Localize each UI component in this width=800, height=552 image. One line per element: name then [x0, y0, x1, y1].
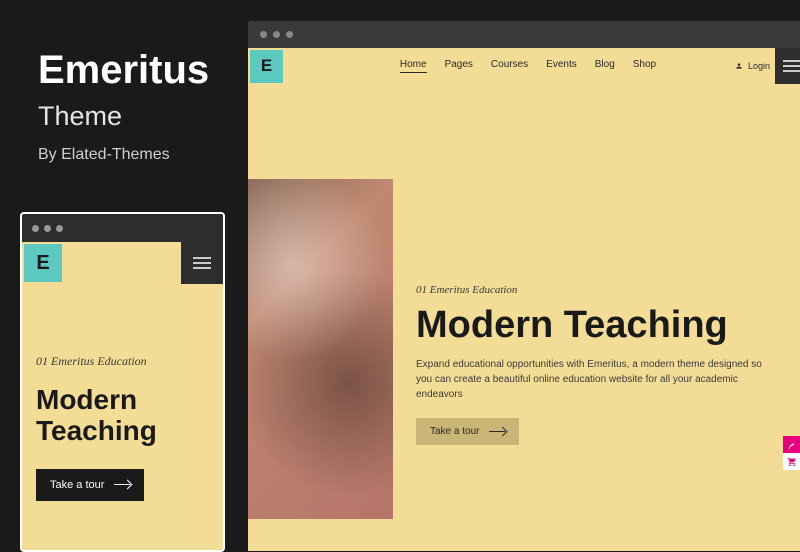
take-tour-button[interactable]: Take a tour: [416, 418, 519, 445]
user-icon: [735, 62, 743, 70]
hero-text-block: 01 Emeritus Education Modern Teaching Ex…: [416, 284, 766, 445]
theme-info-panel: Emeritus Theme By Elated-Themes: [38, 48, 209, 164]
nav-item-courses[interactable]: Courses: [491, 59, 528, 73]
primary-nav: Home Pages Courses Events Blog Shop: [400, 59, 656, 73]
leaf-icon: [787, 440, 797, 450]
cta-label: Take a tour: [430, 426, 479, 437]
floating-badges: [783, 436, 800, 470]
hero-heading: Modern Teaching: [36, 385, 209, 447]
hamburger-icon: [193, 257, 211, 269]
envato-badge[interactable]: [783, 436, 800, 453]
take-tour-button[interactable]: Take a tour: [36, 469, 144, 501]
window-dot-icon: [44, 225, 51, 232]
hero-heading: Modern Teaching: [416, 304, 766, 347]
nav-item-events[interactable]: Events: [546, 59, 577, 73]
mobile-preview[interactable]: E 01 Emeritus Education Modern Teaching …: [20, 212, 225, 552]
desktop-header: E Home Pages Courses Events Blog Shop Lo…: [248, 48, 800, 84]
site-logo[interactable]: E: [250, 50, 283, 83]
window-dot-icon: [286, 31, 293, 38]
hamburger-icon: [783, 60, 800, 72]
nav-item-home[interactable]: Home: [400, 59, 427, 73]
login-link[interactable]: Login: [735, 61, 770, 71]
window-dot-icon: [260, 31, 267, 38]
cta-label: Take a tour: [50, 479, 104, 491]
nav-item-blog[interactable]: Blog: [595, 59, 615, 73]
window-dot-icon: [56, 225, 63, 232]
mobile-hero: 01 Emeritus Education Modern Teaching Ta…: [22, 284, 223, 501]
theme-title: Emeritus: [38, 48, 209, 93]
hero-description: Expand educational opportunities with Em…: [416, 357, 766, 402]
nav-item-pages[interactable]: Pages: [445, 59, 473, 73]
cart-badge[interactable]: [783, 453, 800, 470]
window-dot-icon: [32, 225, 39, 232]
site-logo[interactable]: E: [24, 244, 62, 282]
mobile-header: E: [22, 242, 223, 284]
hamburger-menu-button[interactable]: [775, 48, 800, 84]
nav-item-shop[interactable]: Shop: [633, 59, 656, 73]
arrow-right-icon: [489, 431, 505, 432]
hero-eyebrow: 01 Emeritus Education: [36, 354, 209, 369]
desktop-hero: 01 Emeritus Education Modern Teaching Ex…: [248, 84, 800, 551]
hamburger-menu-button[interactable]: [181, 242, 223, 284]
desktop-window-controls: [248, 21, 800, 48]
hero-eyebrow: 01 Emeritus Education: [416, 284, 766, 296]
theme-subtitle: Theme: [38, 101, 209, 132]
login-label: Login: [748, 61, 770, 71]
desktop-preview[interactable]: E Home Pages Courses Events Blog Shop Lo…: [248, 21, 800, 551]
arrow-right-icon: [114, 484, 130, 485]
hero-image: [248, 179, 393, 519]
cart-icon: [787, 457, 797, 467]
mobile-window-controls: [22, 214, 223, 242]
theme-author: By Elated-Themes: [38, 146, 209, 164]
window-dot-icon: [273, 31, 280, 38]
